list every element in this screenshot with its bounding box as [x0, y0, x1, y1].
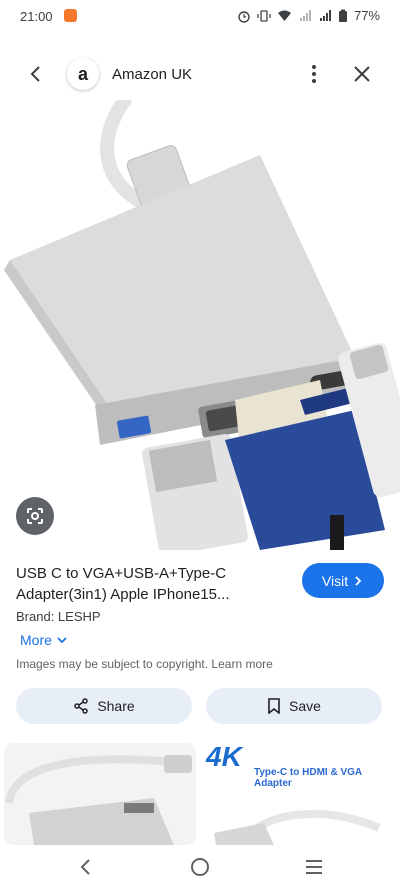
save-button[interactable]: Save [206, 688, 382, 724]
share-button[interactable]: Share [16, 688, 192, 724]
visit-button[interactable]: Visit [302, 563, 384, 598]
top-bar: a Amazon UK [0, 50, 400, 100]
wifi-icon [277, 10, 291, 21]
usb-adapter-illustration [4, 100, 400, 550]
nav-back-icon[interactable] [72, 853, 100, 881]
chevron-down-icon [57, 637, 67, 644]
site-name[interactable]: Amazon UK [112, 66, 192, 83]
nav-recents-icon[interactable] [300, 853, 328, 881]
chevron-right-icon [355, 575, 362, 586]
visit-label: Visit [321, 572, 349, 589]
system-nav-bar [0, 845, 400, 888]
app-notification-icon [64, 9, 77, 22]
related-image[interactable] [4, 743, 196, 845]
amazon-logo[interactable]: a [67, 58, 99, 90]
product-brand: Brand: LESHP [16, 609, 101, 624]
status-icons: 77% [237, 8, 380, 23]
google-lens-button[interactable] [16, 497, 54, 535]
share-icon [74, 698, 89, 714]
nav-home-icon[interactable] [186, 853, 214, 881]
more-button[interactable]: More [20, 632, 68, 648]
battery-icon [338, 9, 347, 22]
share-label: Share [97, 698, 135, 714]
status-bar: 21:00 77% [0, 0, 400, 34]
product-image[interactable] [0, 100, 400, 550]
more-options-icon[interactable] [302, 62, 326, 86]
battery-percent: 77% [353, 8, 380, 23]
vibrate-icon [257, 9, 271, 22]
alarm-icon [238, 10, 250, 23]
signal-icon [299, 9, 311, 21]
more-label: More [20, 632, 52, 648]
signal-icon [319, 9, 331, 21]
save-label: Save [289, 698, 321, 714]
copyright-notice[interactable]: Images may be subject to copyright. Lear… [16, 657, 273, 671]
related-adapter-illustration [214, 809, 381, 845]
lens-icon [27, 508, 43, 524]
back-arrow-icon[interactable] [24, 62, 48, 86]
product-title[interactable]: USB C to VGA+USB-A+Type-C Adapter(3in1) … [16, 563, 286, 605]
status-time: 21:00 [20, 9, 53, 24]
related-image[interactable]: 4K Type-C to HDMI & VGA Adapter [204, 743, 396, 845]
related-adapter-illustration [5, 755, 192, 845]
bookmark-icon [268, 698, 280, 714]
close-icon[interactable] [350, 62, 374, 86]
logo-letter: a [77, 63, 88, 84]
